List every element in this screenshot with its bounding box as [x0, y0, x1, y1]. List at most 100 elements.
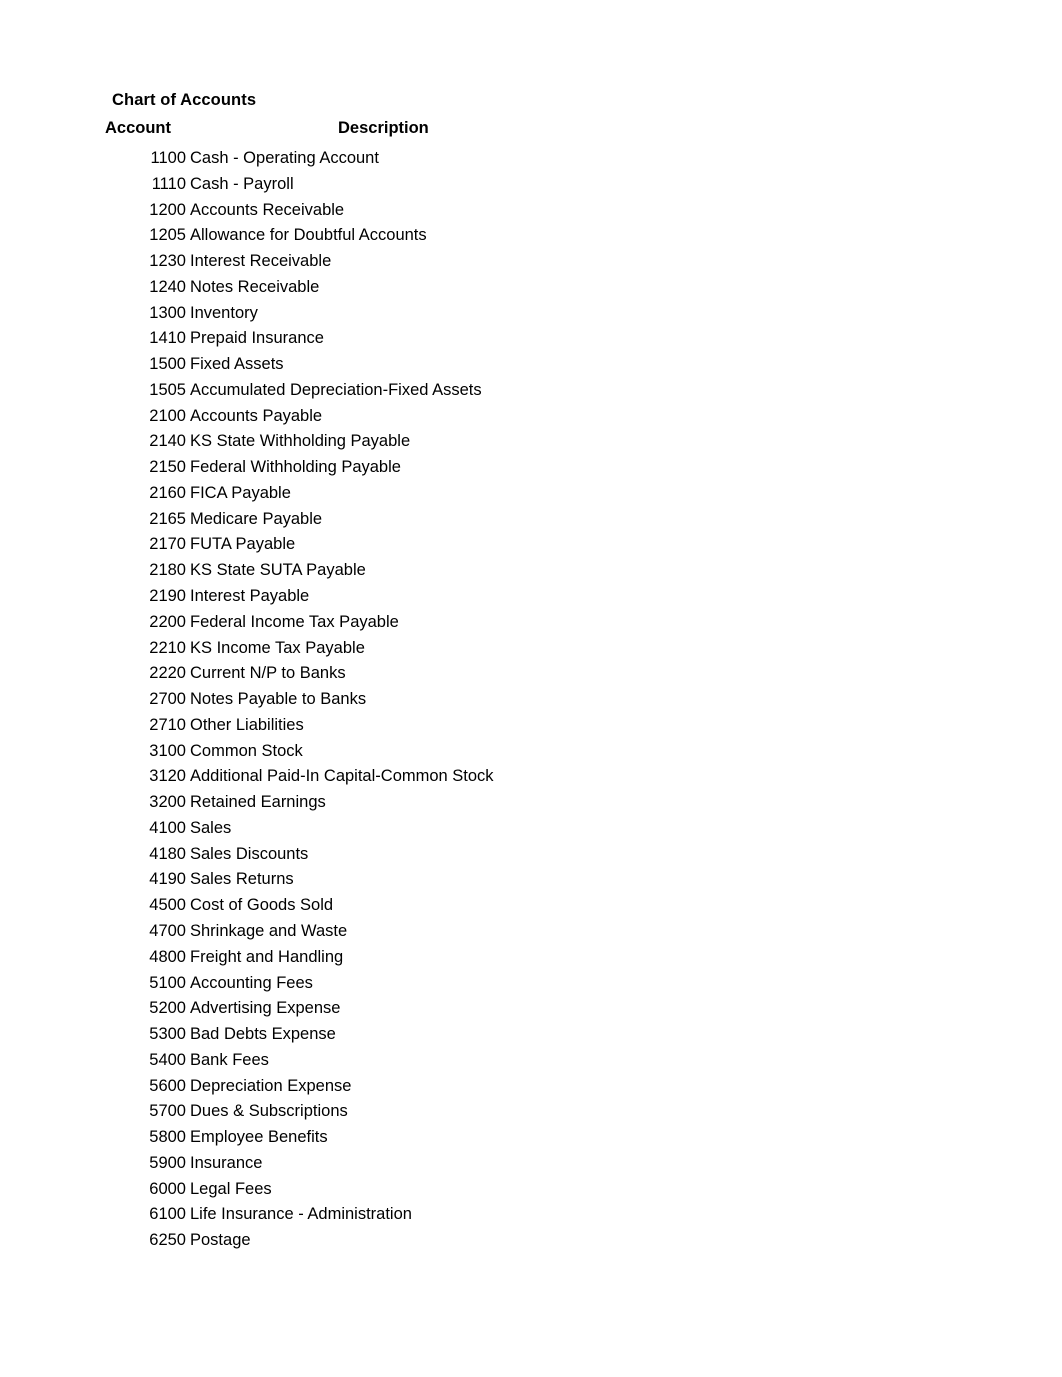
- account-number-cell: 6250: [149, 1231, 186, 1250]
- table-row: 1505 Accumulated Depreciation-Fixed Asset…: [0, 378, 1062, 404]
- table-row: 1500 Fixed Assets: [0, 352, 1062, 378]
- account-description-cell: Cash - Operating Account: [190, 149, 379, 167]
- account-description-cell: Bad Debts Expense: [190, 1025, 336, 1044]
- account-description-cell: Prepaid Insurance: [190, 329, 324, 348]
- account-description-cell: Shrinkage and Waste: [190, 921, 348, 940]
- table-row: 5700 Dues & Subscriptions: [0, 1099, 1062, 1125]
- account-description-cell: Life Insurance - Administration: [190, 1205, 412, 1224]
- table-row: 2700 Notes Payable to Banks: [0, 687, 1062, 713]
- account-number-cell: 1100: [150, 149, 186, 167]
- table-row: 1410 Prepaid Insurance: [0, 326, 1062, 352]
- table-row: 2150 Federal Withholding Payable: [0, 455, 1062, 481]
- table-row: 2210 KS Income Tax Payable: [0, 636, 1062, 662]
- table-row: 1100 Cash - Operating Account: [0, 146, 1062, 172]
- account-number-cell: 2150: [149, 458, 186, 477]
- table-row: 5100 Accounting Fees: [0, 971, 1062, 997]
- account-number-cell: 4700: [149, 921, 186, 940]
- table-row: 5400 Bank Fees: [0, 1048, 1062, 1074]
- account-number-cell: 1200: [149, 200, 186, 219]
- account-description-cell: Accounts Receivable: [190, 200, 345, 219]
- table-row: 6100 Life Insurance - Administration: [0, 1202, 1062, 1228]
- table-row: 2200 Federal Income Tax Payable: [0, 610, 1062, 636]
- account-description-cell: Postage: [190, 1231, 251, 1250]
- account-description-cell: Dues & Subscriptions: [190, 1102, 348, 1121]
- account-description-cell: Advertising Expense: [190, 999, 341, 1018]
- account-number-cell: 1410: [149, 329, 186, 348]
- table-row: 4500 Cost of Goods Sold: [0, 893, 1062, 919]
- table-row: 1200 Accounts Receivable: [0, 198, 1062, 224]
- account-number-cell: 1205: [149, 226, 186, 245]
- account-number-cell: 2200: [149, 612, 186, 631]
- account-description-cell: KS State SUTA Payable: [190, 561, 366, 580]
- table-row: 2100 Accounts Payable: [0, 404, 1062, 430]
- account-number-cell: 4500: [149, 896, 186, 915]
- table-row: 5800 Employee Benefits: [0, 1125, 1062, 1151]
- account-number-cell: 1110: [151, 174, 186, 193]
- page-title: Chart of Accounts: [112, 91, 257, 109]
- table-row: 4190 Sales Returns: [0, 867, 1062, 893]
- column-header-account: Account: [105, 119, 171, 137]
- account-number-cell: 3200: [149, 793, 186, 812]
- account-description-cell: Other Liabilities: [190, 715, 304, 734]
- account-number-cell: 2700: [149, 690, 186, 709]
- account-number-cell: 3120: [149, 767, 186, 786]
- account-number-cell: 4180: [149, 844, 186, 863]
- account-number-cell: 3100: [149, 741, 186, 760]
- account-description-cell: Cost of Goods Sold: [190, 896, 334, 915]
- account-number-cell: 5200: [149, 999, 186, 1018]
- account-description-cell: KS Income Tax Payable: [190, 638, 365, 657]
- account-number-cell: 2190: [149, 587, 186, 606]
- table-row: 1205 Allowance for Doubtful Accounts: [0, 223, 1062, 249]
- table-row: 4180 Sales Discounts: [0, 842, 1062, 868]
- account-number-cell: 5900: [149, 1153, 186, 1172]
- account-description-cell: Accumulated Depreciation-Fixed Assets: [190, 380, 482, 399]
- table-row: 3100 Common Stock: [0, 739, 1062, 765]
- account-number-cell: 1230: [149, 252, 186, 271]
- account-description-cell: FICA Payable: [190, 483, 291, 502]
- account-description-cell: Interest Payable: [190, 587, 310, 606]
- account-number-cell: 5400: [149, 1050, 186, 1069]
- account-description-cell: Sales Discounts: [190, 844, 309, 863]
- account-description-cell: Sales Returns: [190, 870, 294, 889]
- account-description-cell: Bank Fees: [190, 1050, 269, 1069]
- account-description-cell: Additional Paid-In Capital-Common Stock: [190, 767, 494, 786]
- account-description-cell: Insurance: [190, 1153, 263, 1172]
- account-description-cell: Common Stock: [190, 741, 303, 760]
- account-description-cell: Depreciation Expense: [190, 1076, 352, 1095]
- table-row: 2140 KS State Withholding Payable: [0, 429, 1062, 455]
- account-number-cell: 2710: [149, 715, 186, 734]
- account-number-cell: 6100: [149, 1205, 186, 1224]
- account-number-cell: 1505: [149, 380, 186, 399]
- account-number-cell: 2100: [149, 406, 186, 425]
- account-number-cell: 1300: [149, 303, 186, 322]
- account-number-cell: 4190: [149, 870, 186, 889]
- account-description-cell: Current N/P to Banks: [190, 664, 346, 683]
- account-number-cell: 5100: [149, 973, 186, 992]
- account-rows: 1100 Cash - Operating Account 1110 Cash - P…: [0, 146, 1062, 1254]
- table-row: 4100 Sales: [0, 816, 1062, 842]
- chart-of-accounts-sheet: Chart of Accounts Account Description 11…: [0, 0, 1062, 1377]
- account-description-cell: FUTA Payable: [190, 535, 296, 554]
- account-description-cell: Accounts Payable: [190, 406, 323, 425]
- account-description-cell: Accounting Fees: [190, 973, 313, 992]
- account-description-cell: Notes Receivable: [190, 277, 320, 296]
- table-row: 5200 Advertising Expense: [0, 996, 1062, 1022]
- account-description-cell: Inventory: [190, 303, 258, 322]
- account-number-cell: 4800: [149, 947, 186, 966]
- account-number-cell: 1500: [149, 355, 186, 374]
- table-row: 2710 Other Liabilities: [0, 713, 1062, 739]
- account-number-cell: 5300: [149, 1025, 186, 1044]
- table-row: 1240 Notes Receivable: [0, 275, 1062, 301]
- table-row: 1300 Inventory: [0, 301, 1062, 327]
- account-number-cell: 2180: [149, 561, 186, 580]
- account-number-cell: 1240: [149, 277, 186, 296]
- account-number-cell: 5700: [149, 1102, 186, 1121]
- table-row: 6000 Legal Fees: [0, 1177, 1062, 1203]
- account-description-cell: Legal Fees: [190, 1179, 272, 1198]
- table-row: 2220 Current N/P to Banks: [0, 661, 1062, 687]
- account-description-cell: Sales: [190, 818, 232, 837]
- table-row: 5600 Depreciation Expense: [0, 1074, 1062, 1100]
- table-row: 1230 Interest Receivable: [0, 249, 1062, 275]
- table-row: 3120 Additional Paid-In Capital-Common St…: [0, 764, 1062, 790]
- account-number-cell: 2140: [149, 432, 186, 451]
